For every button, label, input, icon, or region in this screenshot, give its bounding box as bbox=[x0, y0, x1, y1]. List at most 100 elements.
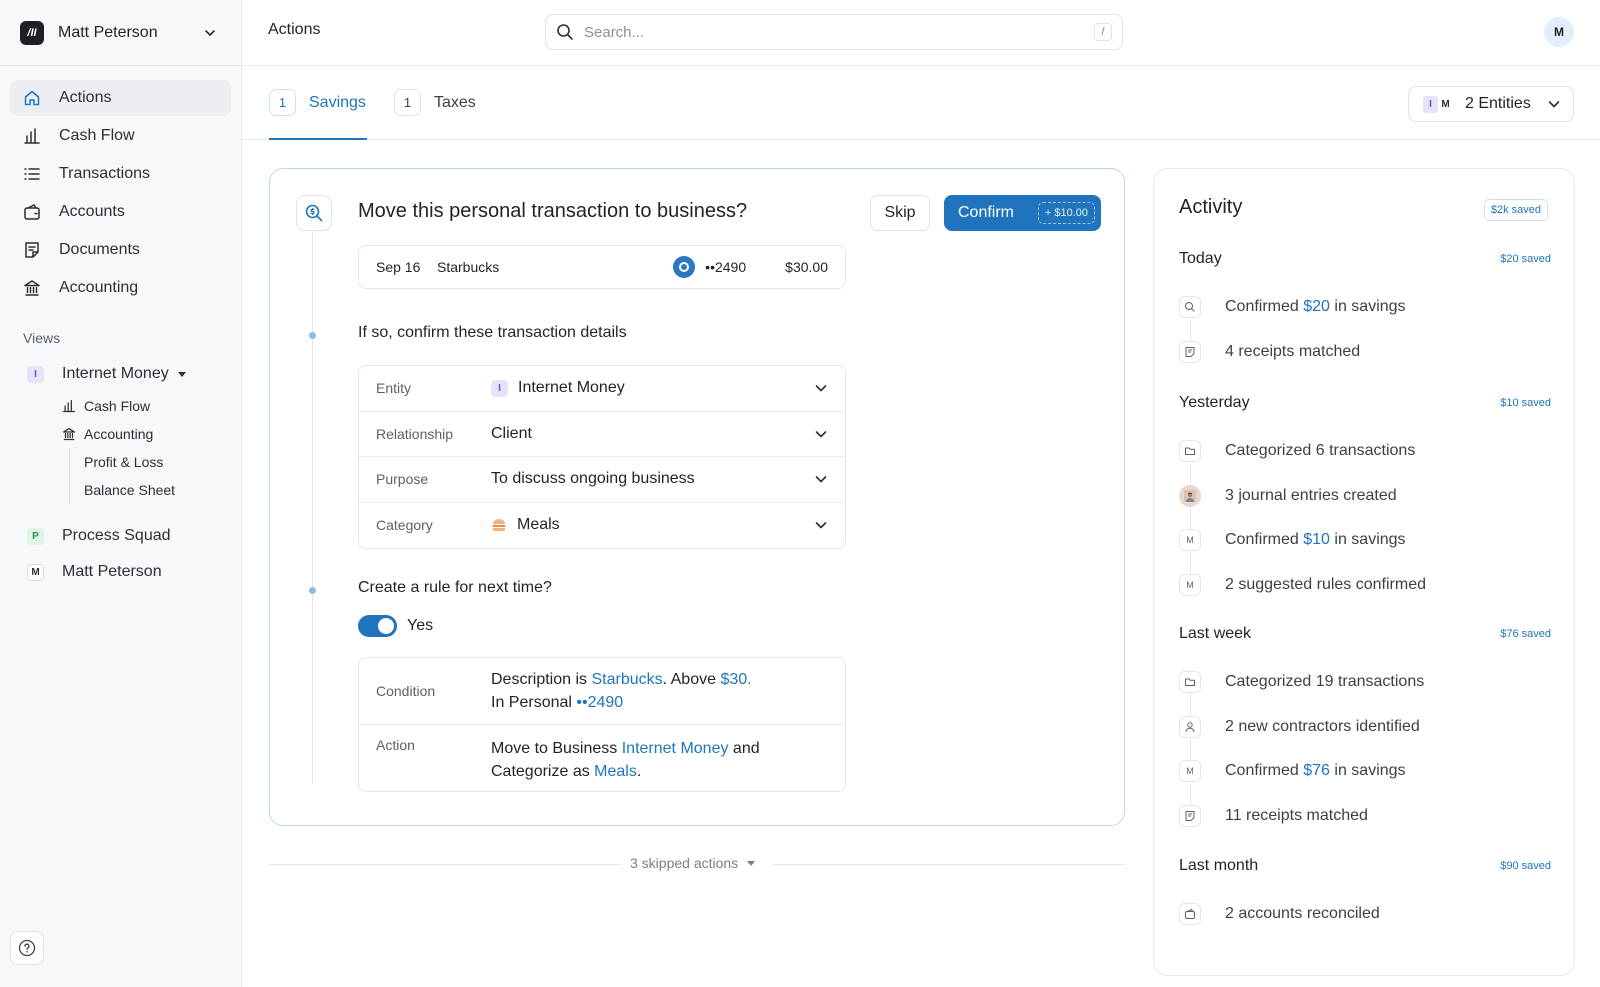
view-matt-peterson[interactable]: M Matt Peterson bbox=[0, 554, 241, 590]
user-avatar[interactable]: M bbox=[1544, 17, 1574, 47]
activity-item: 2 accounts reconciled bbox=[1179, 892, 1551, 937]
entity-badge: P bbox=[27, 527, 44, 545]
step-rail bbox=[312, 227, 313, 784]
confirm-button[interactable]: Confirm + $10.00 bbox=[944, 195, 1101, 231]
entity-value: Internet Money bbox=[518, 379, 625, 397]
tab-savings[interactable]: 1 Savings bbox=[269, 89, 367, 140]
user-photo-icon bbox=[1179, 484, 1201, 507]
rule-heading: Create a rule for next time? bbox=[358, 579, 552, 596]
entities-label: 2 Entities bbox=[1465, 95, 1531, 112]
rule-account-link[interactable]: ••2490 bbox=[576, 694, 623, 711]
rule-text: . Above bbox=[662, 671, 721, 688]
category-select[interactable]: Category Meals bbox=[359, 503, 845, 549]
rule-toggle-row: Yes bbox=[358, 615, 433, 637]
home-icon bbox=[24, 90, 40, 106]
entity-badge: I bbox=[491, 379, 508, 397]
entity-badge: M bbox=[1438, 95, 1453, 113]
sidebar: /II Matt Peterson Actions Cash Flow Tran… bbox=[0, 0, 242, 987]
action-card: Move this personal transaction to busine… bbox=[269, 168, 1125, 826]
list-icon bbox=[24, 168, 40, 180]
rule-text: Categorize as bbox=[491, 763, 595, 780]
transaction-date: Sep 16 bbox=[376, 259, 421, 275]
nav-item-accounts[interactable]: Accounts bbox=[10, 194, 231, 230]
activity-group-yesterday: Yesterday $10 saved Categorized 6 transa… bbox=[1179, 393, 1551, 607]
view-label: Process Squad bbox=[62, 527, 171, 544]
tab-count: 1 bbox=[394, 89, 421, 116]
purpose-value: To discuss ongoing business bbox=[491, 470, 695, 488]
search-input[interactable] bbox=[584, 23, 1094, 41]
caret-down-icon bbox=[747, 860, 756, 866]
view-sub-cash-flow[interactable]: Cash Flow bbox=[0, 392, 241, 420]
activity-item: 3 journal entries created bbox=[1179, 474, 1551, 519]
entity-select[interactable]: Entity I Internet Money bbox=[359, 366, 845, 412]
receipt-icon bbox=[1179, 340, 1201, 363]
search-shortcut-hint: / bbox=[1094, 23, 1112, 41]
rule-toggle-label: Yes bbox=[407, 617, 434, 634]
rule-amount-link[interactable]: $30. bbox=[720, 671, 751, 688]
rule-merchant-link[interactable]: Starbucks bbox=[591, 671, 662, 688]
rule-text: Description is bbox=[491, 671, 592, 688]
search-box[interactable]: / bbox=[545, 14, 1123, 50]
person-icon bbox=[1179, 715, 1201, 738]
action-question: Move this personal transaction to busine… bbox=[358, 200, 748, 222]
folder-icon bbox=[1179, 440, 1201, 463]
activity-text: 4 receipts matched bbox=[1225, 342, 1361, 360]
skip-button[interactable]: Skip bbox=[870, 195, 930, 231]
group-name: Yesterday bbox=[1179, 394, 1250, 411]
activity-text: 2 new contractors identified bbox=[1225, 717, 1420, 735]
search-icon bbox=[557, 24, 573, 40]
activity-text: 11 receipts matched bbox=[1225, 806, 1368, 824]
rule-toggle[interactable] bbox=[358, 615, 397, 637]
transaction-merchant: Starbucks bbox=[437, 259, 500, 275]
view-sub-label: Cash Flow bbox=[84, 398, 151, 414]
view-sub-accounting[interactable]: Accounting bbox=[0, 420, 241, 448]
group-name: Last week bbox=[1179, 625, 1252, 642]
field-label: Category bbox=[376, 517, 433, 534]
relationship-select[interactable]: Relationship Client bbox=[359, 412, 845, 457]
details-table: Entity I Internet Money Relationship Cli… bbox=[358, 365, 846, 549]
nav-item-cash-flow[interactable]: Cash Flow bbox=[10, 118, 231, 154]
nav-item-actions[interactable]: Actions bbox=[10, 80, 231, 116]
activity-amount: $76 bbox=[1303, 762, 1330, 780]
group-name: Last month bbox=[1179, 857, 1259, 874]
rule-condition-row: Condition Description is Starbucks. Abov… bbox=[359, 658, 845, 725]
activity-text: in savings bbox=[1329, 531, 1406, 549]
transaction-amount: $30.00 bbox=[785, 259, 828, 275]
step-dot bbox=[309, 332, 316, 339]
view-internet-money[interactable]: I Internet Money bbox=[0, 356, 241, 392]
tab-count: 1 bbox=[269, 89, 296, 116]
tab-taxes[interactable]: 1 Taxes bbox=[394, 89, 476, 140]
help-button[interactable] bbox=[10, 931, 44, 965]
rule-category-link[interactable]: Meals bbox=[594, 763, 637, 780]
purpose-select[interactable]: Purpose To discuss ongoing business bbox=[359, 457, 845, 503]
bar-chart-icon bbox=[24, 128, 40, 144]
entities-dropdown[interactable]: I M 2 Entities bbox=[1408, 86, 1574, 122]
group-saved: $10 saved bbox=[1500, 397, 1551, 409]
nav-label: Accounts bbox=[59, 203, 125, 220]
nav-label: Documents bbox=[59, 241, 140, 258]
confirm-label: Confirm bbox=[958, 204, 1015, 221]
rule-label: Action bbox=[376, 737, 415, 753]
view-label: Internet Money bbox=[62, 365, 169, 382]
workspace-switcher[interactable]: /II Matt Peterson bbox=[0, 0, 241, 66]
burger-icon bbox=[492, 519, 506, 532]
field-label: Purpose bbox=[376, 471, 429, 488]
view-sub-profit-loss[interactable]: Profit & Loss bbox=[70, 448, 241, 476]
activity-text: Confirmed bbox=[1225, 531, 1304, 549]
skipped-actions-toggle[interactable]: 3 skipped actions bbox=[630, 855, 756, 871]
view-process-squad[interactable]: P Process Squad bbox=[0, 518, 241, 554]
bank-icon bbox=[24, 280, 40, 296]
view-sub-balance-sheet[interactable]: Balance Sheet bbox=[70, 476, 241, 504]
nav-item-accounting[interactable]: Accounting bbox=[10, 270, 231, 306]
tab-bar: 1 Savings 1 Taxes I M 2 Entities bbox=[242, 66, 1600, 140]
nav-item-documents[interactable]: Documents bbox=[10, 232, 231, 268]
rule-entity-link[interactable]: Internet Money bbox=[622, 740, 729, 757]
divider bbox=[269, 864, 621, 865]
skipped-actions: 3 skipped actions bbox=[269, 854, 1125, 874]
group-name: Today bbox=[1179, 250, 1222, 267]
activity-text: Categorized 19 transactions bbox=[1225, 673, 1425, 691]
search-dollar-icon bbox=[305, 204, 323, 222]
nav-item-transactions[interactable]: Transactions bbox=[10, 156, 231, 192]
transaction-summary: Sep 16 Starbucks ••2490 $30.00 bbox=[358, 245, 846, 289]
view-label: Matt Peterson bbox=[62, 563, 162, 580]
